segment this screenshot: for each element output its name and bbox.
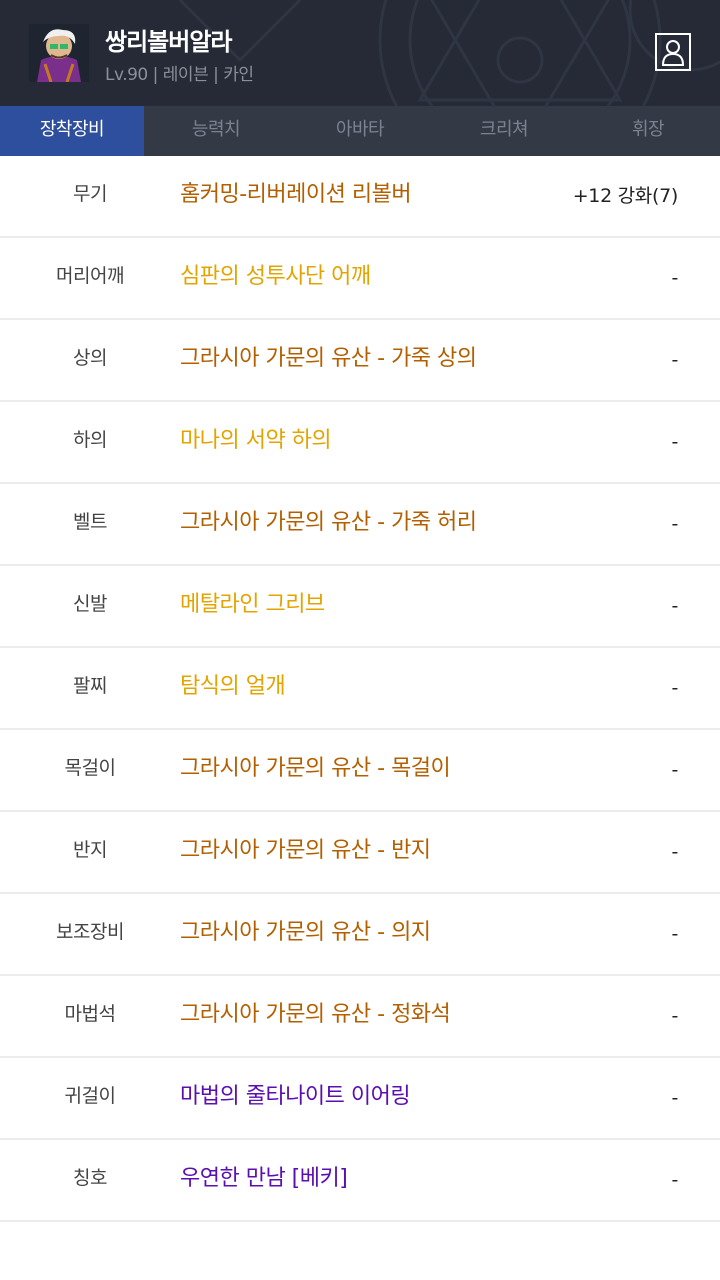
equipment-row-necklace[interactable]: 목걸이 그라시아 가문의 유산 - 목걸이 - — [0, 730, 720, 812]
tab-bar: 장착장비 능력치 아바타 크리쳐 휘장 — [0, 106, 720, 156]
tab-creature[interactable]: 크리쳐 — [432, 106, 576, 156]
slot-label: 귀걸이 — [64, 1085, 116, 1107]
slot-label: 하의 — [73, 429, 107, 451]
character-name: 쌍리볼버알라 — [105, 28, 232, 56]
enhance-value: - — [671, 841, 678, 863]
enhance-value: - — [671, 677, 678, 699]
equipment-row-top[interactable]: 상의 그라시아 가문의 유산 - 가죽 상의 - — [0, 320, 720, 402]
item-name: 그라시아 가문의 유산 - 목걸이 — [180, 756, 451, 781]
item-name: 마법의 줄타나이트 이어링 — [180, 1084, 411, 1109]
equipment-row-shoes[interactable]: 신발 메탈라인 그리브 - — [0, 566, 720, 648]
enhance-value: - — [671, 923, 678, 945]
tab-equipment[interactable]: 장착장비 — [0, 106, 144, 156]
enhance-value: - — [671, 513, 678, 535]
item-name: 탐식의 얼개 — [180, 674, 286, 699]
item-name: 그라시아 가문의 유산 - 가죽 상의 — [180, 346, 477, 371]
slot-label: 머리어깨 — [56, 265, 124, 287]
tab-avatar[interactable]: 아바타 — [288, 106, 432, 156]
item-name: 우연한 만남 [베키] — [180, 1166, 348, 1191]
enhance-value: - — [671, 1005, 678, 1027]
item-name: 홈커밍-리버레이션 리볼버 — [180, 182, 412, 207]
enhance-value: - — [671, 431, 678, 453]
item-name: 마나의 서약 하의 — [180, 428, 332, 453]
equipment-list: 무기 홈커밍-리버레이션 리볼버 +12 강화(7) 머리어깨 심판의 성투사단… — [0, 156, 720, 1222]
enhance-value: - — [671, 1169, 678, 1191]
enhance-value: - — [671, 349, 678, 371]
slot-label: 벨트 — [73, 511, 107, 533]
equipment-row-ring[interactable]: 반지 그라시아 가문의 유산 - 반지 - — [0, 812, 720, 894]
slot-label: 무기 — [73, 183, 107, 205]
character-avatar[interactable] — [29, 24, 89, 82]
tab-emblem[interactable]: 휘장 — [576, 106, 720, 156]
slot-label: 목걸이 — [64, 757, 116, 779]
character-avatar-icon — [29, 24, 89, 82]
equipment-row-bottom[interactable]: 하의 마나의 서약 하의 - — [0, 402, 720, 484]
equipment-row-magic-stone[interactable]: 마법석 그라시아 가문의 유산 - 정화석 - — [0, 976, 720, 1058]
item-name: 그라시아 가문의 유산 - 정화석 — [180, 1002, 451, 1027]
equipment-row-head-shoulder[interactable]: 머리어깨 심판의 성투사단 어깨 - — [0, 238, 720, 320]
slot-label: 상의 — [73, 347, 107, 369]
item-name: 그라시아 가문의 유산 - 의지 — [180, 920, 431, 945]
profile-button[interactable] — [655, 33, 691, 71]
equipment-row-belt[interactable]: 벨트 그라시아 가문의 유산 - 가죽 허리 - — [0, 484, 720, 566]
item-name: 메탈라인 그리브 — [180, 592, 325, 617]
character-info: Lv.90 | 레이븐 | 카인 — [105, 65, 254, 85]
character-header: 쌍리볼버알라 Lv.90 | 레이븐 | 카인 — [0, 0, 720, 106]
enhance-value: +12 강화(7) — [572, 185, 679, 207]
item-name: 그라시아 가문의 유산 - 가죽 허리 — [180, 510, 477, 535]
equipment-row-weapon[interactable]: 무기 홈커밍-리버레이션 리볼버 +12 강화(7) — [0, 156, 720, 238]
enhance-value: - — [671, 1087, 678, 1109]
equipment-row-title[interactable]: 칭호 우연한 만남 [베키] - — [0, 1140, 720, 1222]
item-name: 심판의 성투사단 어깨 — [180, 264, 371, 289]
slot-label: 신발 — [73, 593, 107, 615]
enhance-value: - — [671, 595, 678, 617]
slot-label: 칭호 — [73, 1167, 107, 1189]
slot-label: 반지 — [73, 839, 107, 861]
person-outline-icon — [661, 40, 685, 66]
enhance-value: - — [671, 267, 678, 289]
equipment-row-support[interactable]: 보조장비 그라시아 가문의 유산 - 의지 - — [0, 894, 720, 976]
equipment-row-earring[interactable]: 귀걸이 마법의 줄타나이트 이어링 - — [0, 1058, 720, 1140]
item-name: 그라시아 가문의 유산 - 반지 — [180, 838, 431, 863]
slot-label: 팔찌 — [73, 675, 107, 697]
equipment-row-bracelet[interactable]: 팔찌 탐식의 얼개 - — [0, 648, 720, 730]
tab-stats[interactable]: 능력치 — [144, 106, 288, 156]
enhance-value: - — [671, 759, 678, 781]
slot-label: 마법석 — [64, 1003, 116, 1025]
slot-label: 보조장비 — [56, 921, 124, 943]
